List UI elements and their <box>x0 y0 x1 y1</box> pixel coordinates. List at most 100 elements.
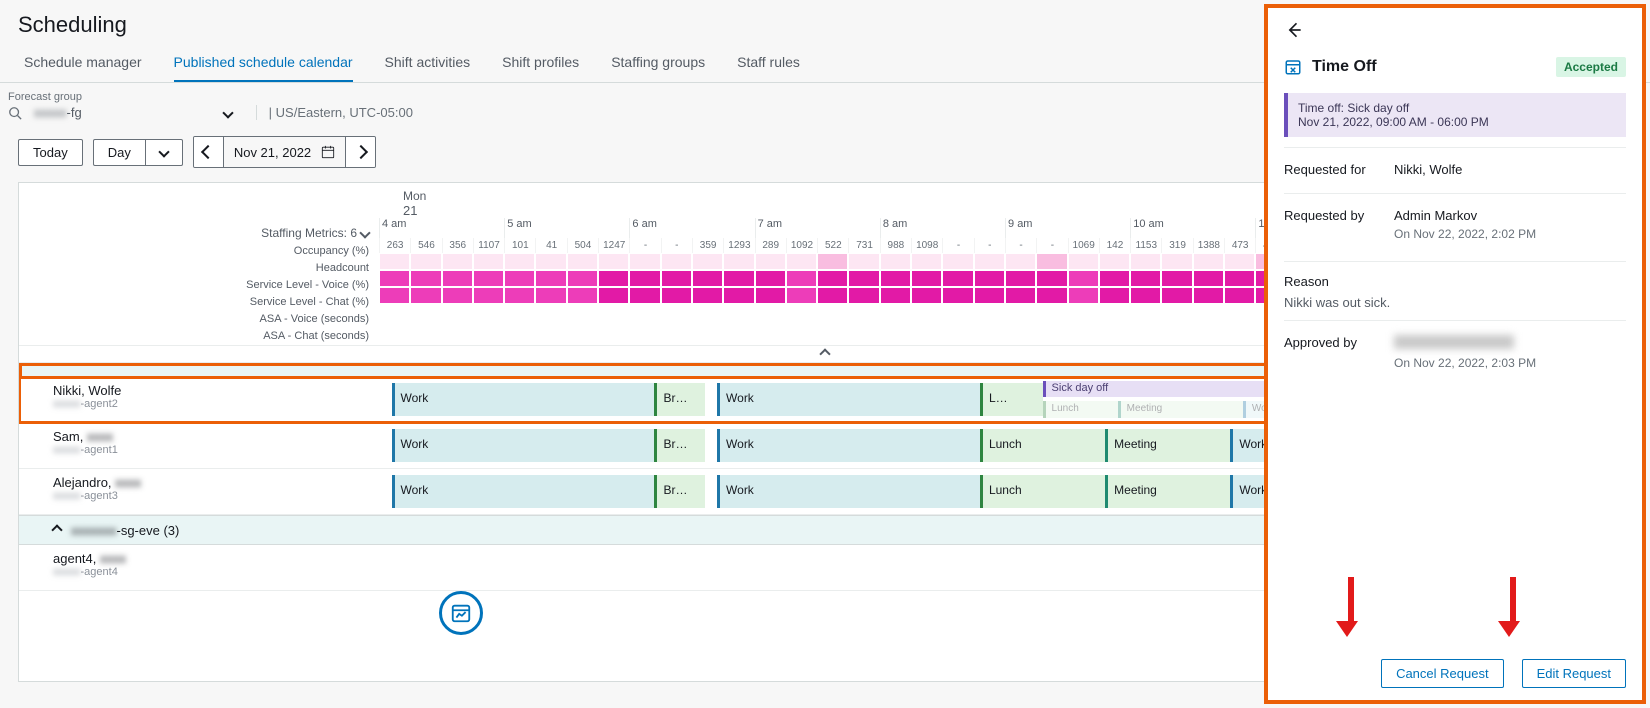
chevron-down-icon <box>359 227 370 238</box>
occupancy-cell: 1293 <box>723 238 754 253</box>
agent-login: xxxxx-agent3 <box>53 490 379 502</box>
requested-by-value: Admin Markov <box>1394 208 1626 223</box>
agent-login: xxxxx-agent4 <box>53 566 379 578</box>
metric-label: ASA - Voice (seconds) <box>19 311 379 328</box>
panel-actions: Cancel Request Edit Request <box>1284 641 1626 688</box>
shift-segment-lunch[interactable]: Lunch <box>980 475 1105 508</box>
agent-name: agent4, xxxx <box>53 551 379 566</box>
view-dropdown-button[interactable] <box>146 139 183 166</box>
status-badge: Accepted <box>1556 57 1626 77</box>
occupancy-cell: 1069 <box>1068 238 1099 253</box>
shift-segment-meet[interactable]: Meeting <box>1105 475 1230 508</box>
agent-login: xxxxx-agent1 <box>53 444 379 456</box>
hour-label: 4 am <box>379 218 504 238</box>
occupancy-cell: 1388 <box>1193 238 1224 253</box>
tab-staffing-groups[interactable]: Staffing groups <box>611 54 705 82</box>
tab-schedule-manager[interactable]: Schedule manager <box>24 54 142 82</box>
back-button[interactable] <box>1284 20 1306 43</box>
current-date-label: Nov 21, 2022 <box>234 145 311 160</box>
schedule-fab-button[interactable] <box>439 591 483 635</box>
view-picker: Day <box>93 139 183 166</box>
occupancy-cell: 522 <box>817 238 848 253</box>
tab-published-schedule-calendar[interactable]: Published schedule calendar <box>174 54 353 82</box>
staffing-metrics-toggle[interactable]: Staffing Metrics: 6 <box>19 223 379 243</box>
agent-name: Nikki, Wolfe <box>53 383 379 398</box>
calendar-x-icon <box>1284 58 1302 76</box>
hour-label: 10 am <box>1130 218 1255 238</box>
tab-shift-profiles[interactable]: Shift profiles <box>502 54 579 82</box>
today-button[interactable]: Today <box>18 139 83 166</box>
shift-segment-work[interactable]: Work <box>717 383 980 416</box>
shift-segment-meet[interactable]: Meeting <box>1105 429 1230 462</box>
occupancy-cell: - <box>1036 238 1067 253</box>
occupancy-cell: 263 <box>379 238 410 253</box>
requested-by-timestamp: On Nov 22, 2022, 2:02 PM <box>1394 227 1626 241</box>
occupancy-cell: - <box>629 238 660 253</box>
agent-name: Sam, xxxx <box>53 429 379 444</box>
reason-value: Nikki was out sick. <box>1284 295 1626 310</box>
calendar-icon <box>321 145 335 159</box>
forecast-group-value[interactable]: xxxxx-fg <box>30 105 86 120</box>
calendar-chart-icon <box>450 602 472 624</box>
next-day-button[interactable] <box>345 137 375 167</box>
occupancy-cell: 1247 <box>598 238 629 253</box>
agent-login: xxxxx-agent2 <box>53 398 379 410</box>
metric-label: Service Level - Voice (%) <box>19 277 379 294</box>
shift-segment-work[interactable]: Work <box>717 429 980 462</box>
shift-segment-work[interactable]: Work <box>392 429 655 462</box>
approved-by-label: Approved by <box>1284 335 1394 370</box>
shift-segment-work[interactable]: Work <box>392 475 655 508</box>
date-display[interactable]: Nov 21, 2022 <box>224 137 345 167</box>
shift-segment-ghost: Lunch <box>1043 401 1118 418</box>
shift-segment-break[interactable]: Br… <box>654 383 704 416</box>
metric-label: Service Level - Chat (%) <box>19 294 379 311</box>
shift-segment-lunch[interactable]: L… <box>980 383 1043 416</box>
requested-for-label: Requested for <box>1284 162 1394 177</box>
occupancy-cell: - <box>661 238 692 253</box>
shift-segment-break[interactable]: Br… <box>654 429 704 462</box>
occupancy-cell: 473 <box>1224 238 1255 253</box>
tab-shift-activities[interactable]: Shift activities <box>385 54 471 82</box>
hour-label: 5 am <box>504 218 629 238</box>
search-icon[interactable] <box>8 106 22 120</box>
occupancy-cell: 1153 <box>1130 238 1161 253</box>
shift-segment-work[interactable]: Work <box>392 383 655 416</box>
approved-by-value <box>1394 335 1514 349</box>
occupancy-cell: 359 <box>692 238 723 253</box>
prev-day-button[interactable] <box>194 137 224 167</box>
occupancy-cell: 142 <box>1099 238 1130 253</box>
requested-by-label: Requested by <box>1284 208 1394 241</box>
requested-for-value: Nikki, Wolfe <box>1394 162 1626 177</box>
panel-title: Time Off <box>1312 58 1377 76</box>
occupancy-cell: 504 <box>567 238 598 253</box>
metric-label: Occupancy (%) <box>19 243 379 260</box>
view-button[interactable]: Day <box>93 139 146 166</box>
chevron-up-icon <box>51 524 62 535</box>
time-off-detail-panel: Time Off Accepted Time off: Sick day off… <box>1264 4 1646 704</box>
annotation-arrow <box>1506 577 1520 637</box>
approved-by-timestamp: On Nov 22, 2022, 2:03 PM <box>1394 356 1626 370</box>
occupancy-cell: - <box>974 238 1005 253</box>
occupancy-cell: - <box>1005 238 1036 253</box>
date-navigator: Nov 21, 2022 <box>193 136 376 168</box>
occupancy-cell: 319 <box>1161 238 1192 253</box>
tab-staff-rules[interactable]: Staff rules <box>737 54 800 82</box>
occupancy-cell: 546 <box>410 238 441 253</box>
cancel-request-button[interactable]: Cancel Request <box>1381 659 1504 688</box>
occupancy-cell: 1098 <box>911 238 942 253</box>
occupancy-cell: - <box>942 238 973 253</box>
shift-segment-ghost: Meeting <box>1118 401 1243 418</box>
occupancy-cell: 289 <box>755 238 786 253</box>
shift-segment-work[interactable]: Work <box>717 475 980 508</box>
hour-label: 9 am <box>1005 218 1130 238</box>
shift-segment-lunch[interactable]: Lunch <box>980 429 1105 462</box>
hour-label: 7 am <box>755 218 880 238</box>
time-off-summary: Time off: Sick day off Nov 21, 2022, 09:… <box>1284 93 1626 137</box>
chevron-down-icon[interactable] <box>222 107 233 118</box>
occupancy-cell: 1092 <box>786 238 817 253</box>
shift-segment-break[interactable]: Br… <box>654 475 704 508</box>
hour-label: 8 am <box>880 218 1005 238</box>
hour-label: 6 am <box>629 218 754 238</box>
occupancy-cell: 988 <box>880 238 911 253</box>
edit-request-button[interactable]: Edit Request <box>1522 659 1626 688</box>
